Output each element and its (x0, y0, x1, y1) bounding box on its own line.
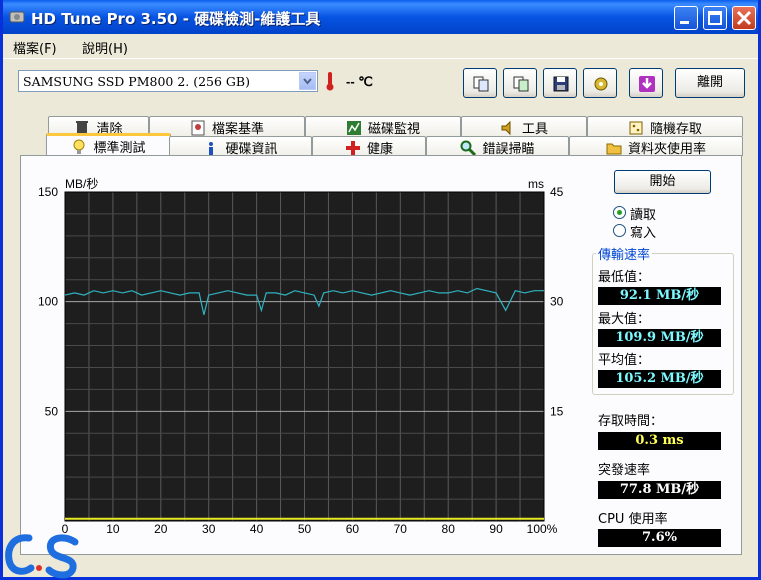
x-tick-label: 30 (202, 522, 216, 536)
x-tick-label: 80 (442, 522, 456, 536)
y-tick-label-left: 150 (38, 185, 58, 199)
x-tick-label: 10 (106, 522, 120, 536)
cpu-usage-value: 7.6% (598, 529, 721, 547)
min-label: 最低值： (598, 270, 651, 285)
x-tick-label: 20 (154, 522, 168, 536)
download-arrow-icon (639, 76, 655, 92)
max-value: 109.9 MB/秒 (598, 329, 721, 347)
start-button[interactable]: 開始 (614, 170, 711, 194)
tab-content: 隨機存取 (588, 118, 742, 137)
x-tick-label: 50 (298, 522, 312, 536)
tab-top-4[interactable]: 隨機存取 (587, 116, 743, 137)
x-tick-label: 90 (489, 522, 503, 536)
avg-value: 105.2 MB/秒 (598, 370, 721, 388)
x-tick-label: 70 (394, 522, 408, 536)
avg-label: 平均值： (598, 353, 651, 368)
write-radio[interactable] (613, 224, 626, 237)
random-access-icon (629, 121, 643, 135)
x-tick-label: 40 (250, 522, 264, 536)
write-label: 寫入 (630, 226, 657, 241)
cpu-usage-label: CPU 使用率 (598, 512, 668, 527)
maximize-icon (708, 11, 722, 25)
minimize-icon (680, 21, 689, 24)
y-tick-label-right: 15 (550, 404, 564, 418)
folder-icon (606, 143, 622, 155)
watermark-logo (5, 534, 79, 579)
y-axis-label-right: ms (528, 177, 544, 191)
access-time-label: 存取時間： (598, 414, 664, 429)
close-icon (736, 10, 752, 26)
max-label: 最大值： (598, 312, 651, 327)
burst-rate-value: 77.8 MB/秒 (598, 481, 721, 499)
benchmark-chart: 150100504530150 10 20 30 40 50 60 70 80 90 100%MB/… (38, 177, 564, 536)
download-button[interactable] (629, 68, 663, 98)
x-tick-label: 100% (527, 522, 558, 536)
min-value: 92.1 MB/秒 (598, 287, 721, 305)
y-tick-label-left: 100 (38, 295, 58, 309)
transfer-rate-title: 傳輸速率 (596, 244, 653, 263)
minimize-button[interactable] (674, 6, 698, 30)
read-label: 讀取 (630, 208, 657, 223)
read-radio[interactable] (613, 206, 626, 219)
burst-rate-label: 突發速率 (598, 463, 651, 478)
maximize-button[interactable] (703, 6, 727, 30)
y-tick-label-right: 45 (550, 185, 564, 199)
y-axis-label-left: MB/秒 (65, 177, 98, 191)
x-tick-label: 60 (346, 522, 360, 536)
exit-button[interactable]: 離開 (675, 68, 745, 98)
access-time-value: 0.3 ms (598, 432, 721, 450)
app-window: HD Tune Pro 3.50 - 硬碟檢測-維護工具 檔案(F) 說明(H)… (0, 0, 761, 580)
close-button[interactable] (732, 6, 756, 30)
radio-selected-dot (617, 210, 622, 215)
tab-label: 隨機存取 (649, 122, 702, 137)
y-tick-label-left: 50 (45, 404, 59, 418)
y-tick-label-right: 30 (550, 295, 564, 309)
